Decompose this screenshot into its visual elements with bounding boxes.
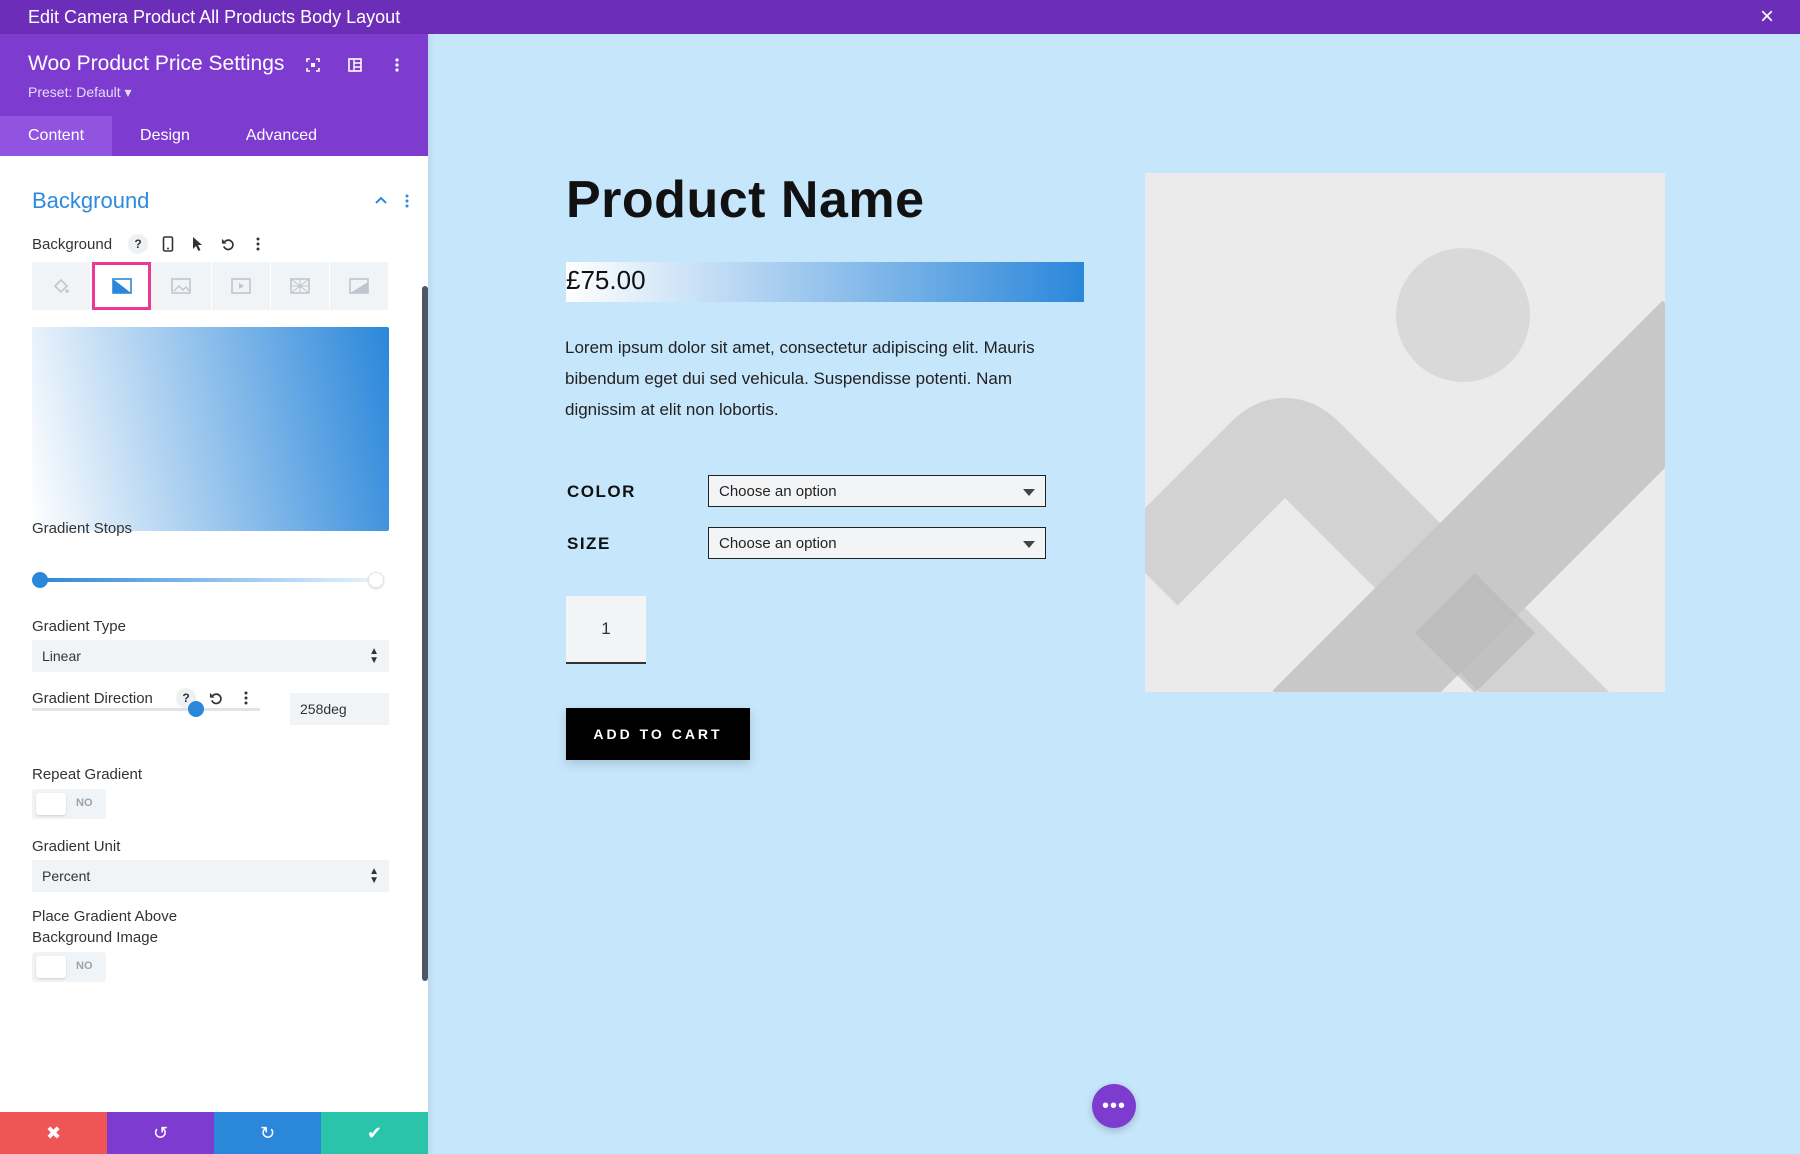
reset-icon[interactable]: [206, 688, 226, 708]
help-icon[interactable]: ?: [128, 234, 148, 254]
product-image-placeholder: [1145, 173, 1665, 692]
more-options-icon[interactable]: [388, 56, 406, 74]
background-label: Background: [32, 236, 113, 253]
background-option-tools: ?: [128, 234, 268, 254]
panel-title: Woo Product Price Settings: [28, 52, 285, 75]
place-gradient-above-label-line1: Place Gradient Above: [32, 908, 178, 925]
repeat-gradient-toggle[interactable]: NO: [32, 789, 106, 819]
page-settings-fab-more-icon[interactable]: •••: [1092, 1084, 1136, 1128]
gradient-unit-select[interactable]: Percent ▲ ▼: [32, 860, 389, 892]
gradient-type-value: Linear: [42, 648, 81, 664]
select-arrows-icon: ▲ ▼: [369, 866, 379, 886]
color-select[interactable]: Choose an option: [708, 475, 1046, 507]
tab-design[interactable]: Design: [112, 116, 218, 156]
bg-pattern-tab-pattern-icon[interactable]: [271, 262, 330, 310]
variation-label-color: COLOR: [567, 482, 636, 501]
toggle-knob: [36, 956, 66, 978]
gradient-direction-slider-track[interactable]: [32, 708, 260, 711]
image-placeholder-icon: [1145, 173, 1665, 692]
background-type-tabs: [32, 262, 389, 310]
gradient-type-select[interactable]: Linear ▲ ▼: [32, 640, 389, 672]
size-select[interactable]: Choose an option: [708, 527, 1046, 559]
page-preview: Product Name £75.00 Lorem ipsum dolor si…: [428, 34, 1800, 1154]
redo-button[interactable]: ↻: [214, 1112, 321, 1154]
section-more-icon[interactable]: [404, 194, 410, 213]
product-description: Lorem ipsum dolor sit amet, consectetur …: [565, 338, 1035, 419]
panel-body: Background Background ? Gradient Stops G…: [0, 156, 428, 1078]
add-to-cart-button[interactable]: ADD TO CART: [566, 708, 750, 760]
place-gradient-above-label-line2: Background Image: [32, 929, 158, 946]
gradient-stop-handle-start[interactable]: [32, 572, 48, 588]
window-title: Edit Camera Product All Products Body La…: [28, 6, 401, 27]
gradient-direction-label: Gradient Direction: [32, 690, 153, 707]
tab-content[interactable]: Content: [0, 116, 113, 156]
gradient-unit-label: Gradient Unit: [32, 838, 121, 855]
preset-selector[interactable]: Preset: Default ▾: [28, 84, 132, 101]
gradient-preview[interactable]: [32, 327, 389, 531]
repeat-gradient-label: Repeat Gradient: [32, 766, 143, 783]
product-title: Product Name: [566, 171, 925, 229]
panel-header: Woo Product Price Settings Preset: Defau…: [0, 34, 428, 156]
quantity-input[interactable]: 1: [566, 596, 646, 664]
section-tools: [374, 194, 410, 213]
layout-icon[interactable]: [346, 56, 364, 74]
bg-color-tab-paint-bucket-icon[interactable]: [32, 262, 92, 310]
gradient-stop-handle-end[interactable]: [368, 572, 384, 588]
option-more-icon[interactable]: [248, 234, 268, 254]
settings-panel: Woo Product Price Settings Preset: Defau…: [0, 34, 428, 1154]
caret-down-icon: [1023, 541, 1035, 548]
select-arrows-icon: ▲ ▼: [369, 646, 379, 666]
tab-advanced[interactable]: Advanced: [218, 116, 345, 156]
gradient-stops-track[interactable]: [40, 578, 376, 582]
gradient-direction-input[interactable]: 258deg: [290, 693, 389, 725]
place-gradient-above-toggle[interactable]: NO: [32, 952, 106, 982]
bg-gradient-tab-gradient-icon[interactable]: [92, 262, 152, 310]
gradient-direction-slider-thumb[interactable]: [188, 701, 205, 717]
product-price: £75.00: [566, 265, 646, 295]
section-title-background[interactable]: Background: [32, 188, 149, 214]
gradient-type-label: Gradient Type: [32, 618, 126, 635]
hover-cursor-icon[interactable]: [188, 234, 208, 254]
caret-down-icon: [1023, 489, 1035, 496]
fullscreen-icon[interactable]: [304, 56, 322, 74]
responsive-phone-icon[interactable]: [158, 234, 178, 254]
cancel-button[interactable]: ✖: [0, 1112, 107, 1154]
undo-button[interactable]: ↺: [107, 1112, 214, 1154]
bg-video-tab-play-icon[interactable]: [212, 262, 271, 310]
panel-header-tools: [304, 56, 406, 74]
settings-tabs: Content Design Advanced: [0, 116, 428, 156]
gradient-unit-value: Percent: [42, 868, 91, 884]
close-icon[interactable]: ×: [1760, 4, 1774, 30]
toggle-state: NO: [76, 797, 93, 809]
collapse-chevron-icon[interactable]: [374, 194, 388, 213]
gradient-stops-label: Gradient Stops: [32, 520, 133, 537]
color-select-value: Choose an option: [719, 482, 837, 500]
variation-label-size: SIZE: [567, 534, 611, 553]
panel-footer: ✖ ↺ ↻ ✔: [0, 1112, 428, 1154]
window-title-bar: Edit Camera Product All Products Body La…: [0, 0, 1800, 34]
bg-mask-tab-mask-icon[interactable]: [330, 262, 389, 310]
reset-icon[interactable]: [218, 234, 238, 254]
toggle-knob: [36, 793, 66, 815]
bg-image-tab-image-icon[interactable]: [152, 262, 212, 310]
size-select-value: Choose an option: [719, 534, 837, 552]
save-button[interactable]: ✔: [321, 1112, 428, 1154]
toggle-state: NO: [76, 960, 93, 972]
option-more-icon[interactable]: [236, 688, 256, 708]
